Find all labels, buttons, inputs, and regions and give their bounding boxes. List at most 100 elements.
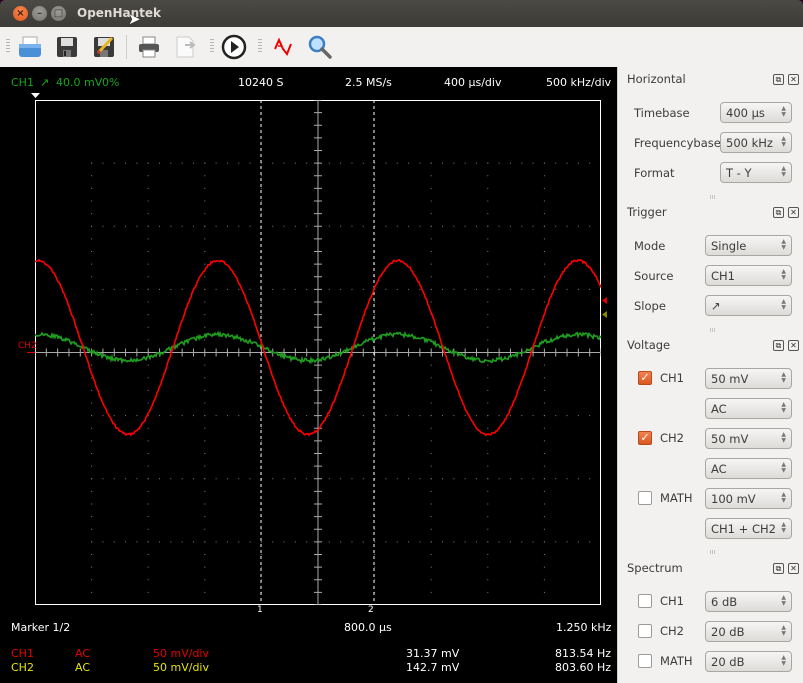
float-dock-icon[interactable]: ⧉ bbox=[773, 74, 784, 85]
voltage-ch2-checkbox[interactable]: ✓ bbox=[638, 431, 652, 445]
float-dock-icon[interactable]: ⧉ bbox=[773, 340, 784, 351]
window-minimize-button[interactable]: – bbox=[32, 6, 47, 21]
voltage-ch1-checkbox[interactable]: ✓ bbox=[638, 371, 652, 385]
grid-dot bbox=[91, 453, 92, 454]
frequencybase-select[interactable]: 500 kHz ▲ ▼ bbox=[720, 132, 792, 153]
spectrum-ch1-checkbox[interactable] bbox=[638, 594, 652, 608]
zoom-button[interactable] bbox=[306, 33, 334, 61]
ch2-offset-label[interactable]: CH2 bbox=[18, 341, 37, 351]
ch1-trigger-level-icon[interactable] bbox=[602, 297, 607, 304]
toolbar-grip[interactable] bbox=[210, 39, 214, 53]
grid-dot bbox=[148, 504, 149, 505]
close-dock-icon[interactable]: ✕ bbox=[788, 207, 799, 218]
grid-dot bbox=[431, 415, 432, 416]
ch2-coupling: AC bbox=[75, 661, 90, 674]
ch2-trigger-level-icon[interactable] bbox=[602, 311, 607, 318]
spectrum-ch2-magnitude-select[interactable]: 20 dB ▲ ▼ bbox=[705, 621, 792, 642]
pretrigger-marker-icon[interactable] bbox=[31, 93, 40, 99]
grid-dot bbox=[148, 541, 149, 542]
window-close-button[interactable]: × bbox=[13, 6, 28, 21]
grid-dot bbox=[204, 339, 205, 340]
float-dock-icon[interactable]: ⧉ bbox=[773, 207, 784, 218]
grid-dot bbox=[465, 226, 466, 227]
trigger-source-select[interactable]: CH1 ▲ ▼ bbox=[705, 265, 792, 286]
scope-plot[interactable] bbox=[35, 100, 601, 605]
grid-dot bbox=[204, 491, 205, 492]
format-select[interactable]: T - Y ▲ ▼ bbox=[720, 162, 792, 183]
grid-dot bbox=[419, 415, 420, 416]
math-mode-select[interactable]: CH1 + CH2 ▲ ▼ bbox=[705, 518, 792, 539]
spectrum-ch2-checkbox[interactable] bbox=[638, 624, 652, 638]
grid-dot bbox=[148, 201, 149, 202]
timebase-select[interactable]: 400 µs ▲ ▼ bbox=[720, 102, 792, 123]
scope-view[interactable]: CH1 ↗ 40.0 mV 0% 10240 S 2.5 MS/s 400 µs… bbox=[0, 67, 617, 683]
grid-dot bbox=[431, 529, 432, 530]
save-button[interactable] bbox=[53, 33, 81, 61]
grid-dot bbox=[465, 163, 466, 164]
marker-1-label[interactable]: 1 bbox=[257, 605, 263, 615]
voltage-math-checkbox[interactable] bbox=[638, 491, 652, 505]
spectrum-ch1-magnitude-select[interactable]: 6 dB ▲ ▼ bbox=[705, 591, 792, 612]
spin-arrows-icon: ▲ ▼ bbox=[781, 166, 786, 178]
spectrum-math-checkbox[interactable] bbox=[638, 654, 652, 668]
spectrum-math-magnitude-select[interactable]: 20 dB ▲ ▼ bbox=[705, 651, 792, 672]
grid-dot bbox=[91, 554, 92, 555]
grid-dot bbox=[114, 415, 115, 416]
ch2-coupling-select[interactable]: AC ▲ ▼ bbox=[705, 458, 792, 479]
grid-dot bbox=[431, 403, 432, 404]
grid-dot bbox=[216, 163, 217, 164]
grid-dot bbox=[533, 163, 534, 164]
grid-dot bbox=[170, 163, 171, 164]
grid-dot bbox=[238, 541, 239, 542]
toolbar-grip[interactable] bbox=[258, 39, 262, 53]
close-dock-icon[interactable]: ✕ bbox=[788, 340, 799, 351]
grid-dot bbox=[91, 529, 92, 530]
grid-dot bbox=[91, 478, 92, 479]
dock-resize-grip[interactable] bbox=[710, 195, 716, 199]
grid-dot bbox=[148, 188, 149, 189]
grid-dot bbox=[431, 592, 432, 593]
marker-2-label[interactable]: 2 bbox=[368, 605, 374, 615]
print-button[interactable] bbox=[135, 33, 163, 61]
grid-dot bbox=[397, 163, 398, 164]
grid-dot bbox=[431, 567, 432, 568]
trigger-slope-select[interactable]: ↗ ▲ ▼ bbox=[705, 295, 792, 316]
ch1-gain-select[interactable]: 50 mV ▲ ▼ bbox=[705, 368, 792, 389]
grid-dot bbox=[148, 579, 149, 580]
close-dock-icon[interactable]: ✕ bbox=[788, 563, 799, 574]
grid-dot bbox=[170, 289, 171, 290]
trigger-slope: ↗ bbox=[40, 76, 49, 89]
grid-dot bbox=[193, 541, 194, 542]
window-maximize-button[interactable]: □ bbox=[51, 6, 66, 21]
ch2-gain-select[interactable]: 50 mV ▲ ▼ bbox=[705, 428, 792, 449]
grid-dot bbox=[170, 541, 171, 542]
export-button[interactable] bbox=[172, 33, 200, 61]
open-button[interactable] bbox=[16, 33, 44, 61]
dock-resize-grip[interactable] bbox=[710, 328, 716, 332]
float-dock-icon[interactable]: ⧉ bbox=[773, 563, 784, 574]
dock-resize-grip[interactable] bbox=[710, 550, 716, 554]
trigger-mode-select[interactable]: Single ▲ ▼ bbox=[705, 235, 792, 256]
digital-phosphor-button[interactable] bbox=[270, 33, 298, 61]
start-button[interactable] bbox=[220, 33, 248, 61]
math-gain-select[interactable]: 100 mV ▲ ▼ bbox=[705, 488, 792, 509]
trigger-level-markers[interactable] bbox=[601, 296, 609, 322]
toolbar-grip[interactable] bbox=[6, 39, 10, 53]
grid-dot bbox=[204, 213, 205, 214]
grid-dot bbox=[204, 516, 205, 517]
grid-dot bbox=[487, 188, 488, 189]
ch2-gain-value: 50 mV bbox=[711, 432, 748, 446]
ch1-coupling-select[interactable]: AC ▲ ▼ bbox=[705, 398, 792, 419]
grid-dot bbox=[476, 541, 477, 542]
close-dock-icon[interactable]: ✕ bbox=[788, 74, 799, 85]
ch1-frequency: 813.54 Hz bbox=[555, 647, 611, 660]
grid-dot bbox=[431, 175, 432, 176]
grid-dot bbox=[216, 289, 217, 290]
grid-dot bbox=[261, 415, 262, 416]
grid-dot bbox=[544, 478, 545, 479]
ch2-offset-marker[interactable] bbox=[27, 352, 35, 353]
save-as-button[interactable] bbox=[90, 33, 118, 61]
grid-dot bbox=[91, 226, 92, 227]
grid-dot bbox=[227, 289, 228, 290]
grid-dot bbox=[261, 541, 262, 542]
